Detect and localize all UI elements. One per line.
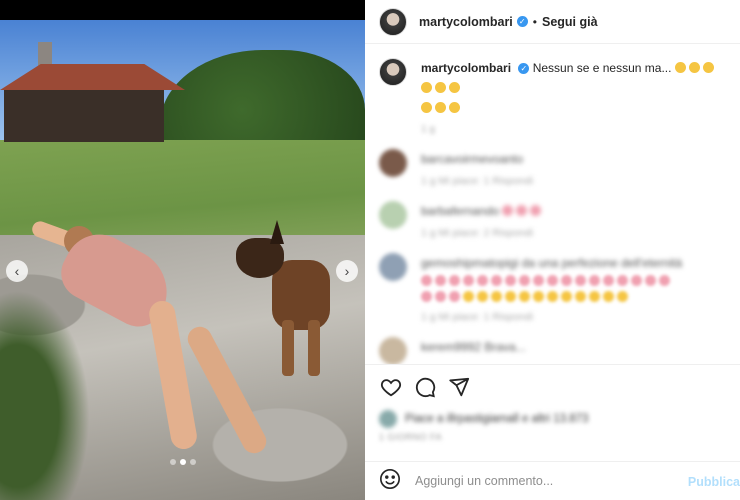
avatar[interactable] <box>379 7 407 36</box>
carousel-dot <box>169 459 176 465</box>
carousel-dot <box>189 459 196 465</box>
post-sidebar: martycolombari ✓ • Segui già martycolomb… <box>365 0 740 500</box>
avatar[interactable] <box>379 337 407 364</box>
avatar[interactable] <box>379 253 407 281</box>
comment-composer: Pubblica <box>365 461 740 500</box>
list-item: gemoshipmatopigi da una perfezione dell'… <box>379 253 726 323</box>
comment-text: barbafernando <box>421 204 500 218</box>
publish-button[interactable]: Pubblica <box>688 475 740 489</box>
list-item: barcavoirmevoanto 1 g Mi piace: 1 Rispon… <box>379 149 726 187</box>
emoji-icon <box>421 82 432 93</box>
comment-input[interactable] <box>415 474 715 488</box>
emoji-icon <box>449 102 460 113</box>
caption: martycolombari ✓ Nessun se e nessun ma..… <box>379 58 726 118</box>
carousel-dot-active <box>179 459 186 465</box>
comment-text: kerem9992 Brava... <box>421 340 526 354</box>
dog <box>236 220 336 376</box>
emoji-icon <box>449 82 460 93</box>
heart-icon[interactable] <box>379 375 403 399</box>
avatar <box>379 410 397 428</box>
emoji-icon <box>674 62 686 73</box>
verified-badge-icon: ✓ <box>516 16 528 27</box>
post-header: martycolombari ✓ • Segui già <box>365 0 740 44</box>
comment-meta[interactable]: 1 g Mi piace: 1 Rispondi <box>421 175 726 187</box>
emoji-icon <box>435 102 446 113</box>
emoji-icon <box>421 102 432 113</box>
list-item: kerem9992 Brava... <box>379 337 726 364</box>
comment-bubble-icon[interactable] <box>413 375 437 399</box>
comment-meta[interactable]: 1 g Mi piace: 1 Rispondi <box>421 311 726 323</box>
likes-text: Piace a illrpastigiamall e altri 13.873 <box>405 413 589 425</box>
chevron-right-icon[interactable]: › <box>336 260 358 282</box>
post-date: 1 GIORNO FA <box>379 432 443 442</box>
comment-text: gemoshipmatopigi da una perfezione dell'… <box>421 256 683 270</box>
avatar[interactable] <box>379 58 407 86</box>
comment-meta[interactable]: 1 g Mi piace: 2 Rispondi <box>421 227 726 239</box>
chevron-left-icon[interactable]: ‹ <box>6 260 28 282</box>
smiley-icon[interactable] <box>379 468 401 495</box>
carousel-dots <box>0 452 365 470</box>
username[interactable]: martycolombari <box>419 15 513 29</box>
paper-plane-icon[interactable] <box>447 375 471 399</box>
separator: • <box>532 14 537 29</box>
emoji-icon <box>516 205 528 216</box>
likes-summary[interactable]: Piace a illrpastigiamall e altri 13.873 <box>379 408 724 430</box>
list-item: barbafernando 1 g Mi piace: 2 Rispondi <box>379 201 726 239</box>
emoji-icon <box>530 205 542 216</box>
emoji-row <box>421 273 726 305</box>
house <box>0 42 185 142</box>
comments-list[interactable]: martycolombari ✓ Nessun se e nessun ma..… <box>365 44 740 364</box>
emoji-icon <box>688 62 700 73</box>
caption-username[interactable]: martycolombari <box>421 61 511 75</box>
avatar[interactable] <box>379 149 407 177</box>
emoji-icon <box>435 82 446 93</box>
comment-text: barcavoirmevoanto <box>421 152 524 166</box>
avatar[interactable] <box>379 201 407 229</box>
verified-badge-icon: ✓ <box>518 63 530 75</box>
caption-time: 1 g <box>421 124 435 135</box>
following-button[interactable]: Segui già <box>542 15 598 29</box>
emoji-icon <box>702 62 714 73</box>
post-image[interactable]: ‹ › <box>0 20 365 500</box>
caption-text: Nessun se e nessun ma... <box>532 61 672 75</box>
emoji-icon <box>502 205 514 216</box>
action-bar <box>365 364 740 408</box>
